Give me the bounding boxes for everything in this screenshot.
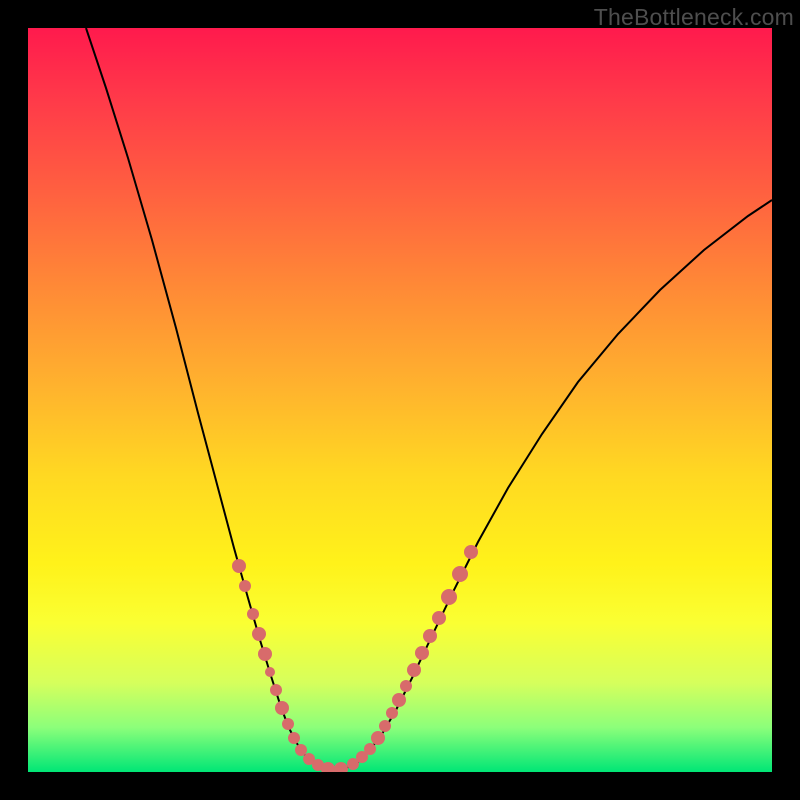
marker-group <box>232 545 478 772</box>
data-marker <box>295 744 307 756</box>
data-marker <box>239 580 251 592</box>
data-marker <box>464 545 478 559</box>
data-marker <box>288 732 300 744</box>
curve-left-branch <box>86 28 333 770</box>
data-marker <box>379 720 391 732</box>
chart-frame: TheBottleneck.com <box>0 0 800 800</box>
data-marker <box>270 684 282 696</box>
data-marker <box>452 566 468 582</box>
data-marker <box>252 627 266 641</box>
data-marker <box>258 647 272 661</box>
data-marker <box>364 743 376 755</box>
data-marker <box>400 680 412 692</box>
data-marker <box>415 646 429 660</box>
data-marker <box>334 762 348 772</box>
curve-right-branch <box>333 200 772 770</box>
data-marker <box>371 731 385 745</box>
watermark-text: TheBottleneck.com <box>594 4 794 31</box>
data-marker <box>441 589 457 605</box>
data-marker <box>232 559 246 573</box>
data-marker <box>282 718 294 730</box>
data-marker <box>392 693 406 707</box>
data-marker <box>265 667 275 677</box>
data-marker <box>386 707 398 719</box>
data-marker <box>275 701 289 715</box>
chart-svg <box>28 28 772 772</box>
data-marker <box>247 608 259 620</box>
plot-area <box>28 28 772 772</box>
data-marker <box>407 663 421 677</box>
data-marker <box>423 629 437 643</box>
data-marker <box>432 611 446 625</box>
